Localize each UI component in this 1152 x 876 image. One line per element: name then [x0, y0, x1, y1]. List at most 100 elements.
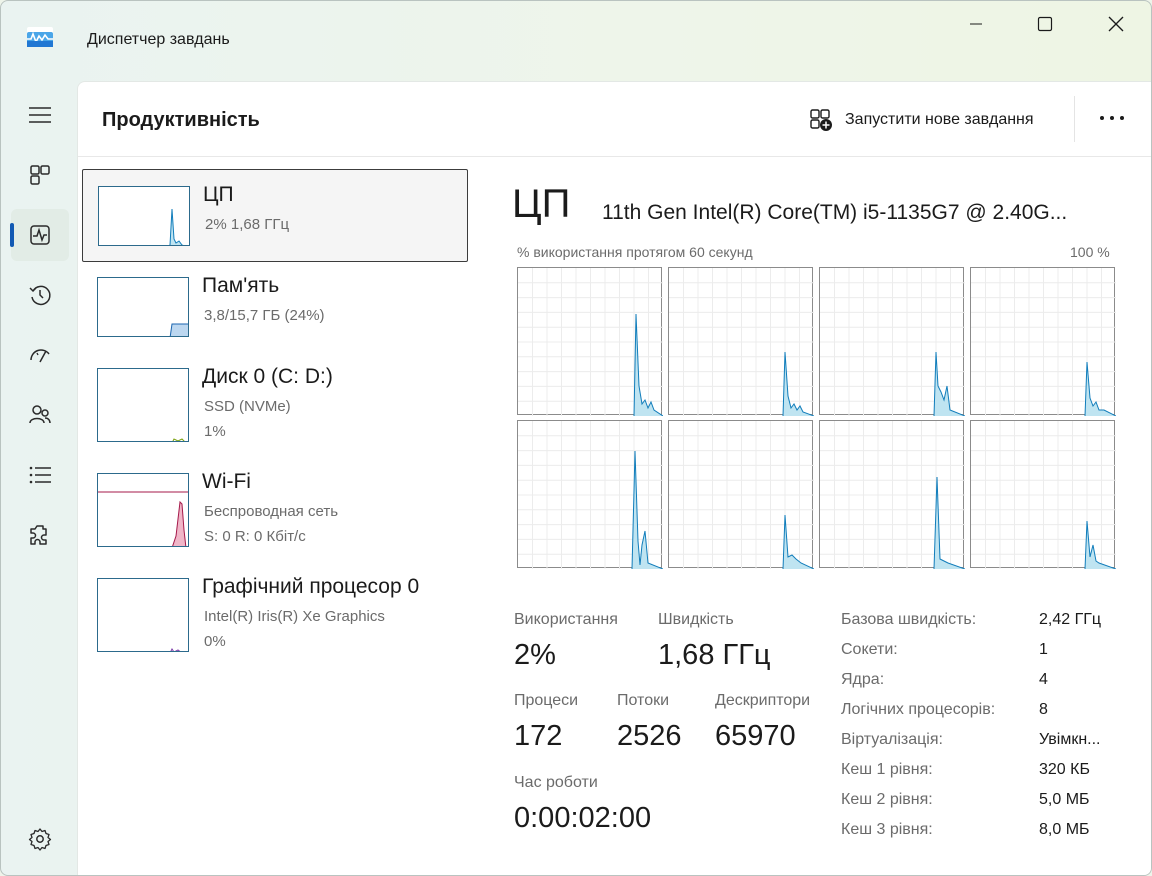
- threads-label: Потоки: [617, 692, 670, 709]
- cpu-usage-area: [1085, 521, 1116, 569]
- uptime-label: Час роботи: [514, 774, 598, 791]
- nav-performance[interactable]: [11, 209, 69, 261]
- logical-processor-graph: [819, 420, 966, 570]
- resource-name: Графічний процесор 0: [202, 575, 420, 598]
- nav-settings[interactable]: [11, 813, 69, 865]
- new-task-icon: [810, 109, 832, 131]
- more-options-button[interactable]: [1090, 102, 1134, 134]
- details-icon: [29, 466, 51, 484]
- resource-gpu[interactable]: Графічний процесор 0 Intel(R) Iris(R) Xe…: [82, 562, 468, 655]
- more-icon: [1100, 116, 1124, 120]
- resource-memory[interactable]: Пам'ять 3,8/15,7 ГБ (24%): [82, 261, 468, 354]
- resource-detail: 2% 1,68 ГГц: [205, 216, 290, 233]
- maximize-icon: [1037, 16, 1053, 32]
- logical-processor-graph: [517, 420, 664, 570]
- spec-value: 8,0 МБ: [1039, 821, 1090, 838]
- spec-value: 1: [1039, 641, 1048, 658]
- nav-services[interactable]: [11, 509, 69, 561]
- header-divider: [78, 156, 1151, 157]
- logical-processor-graph: [970, 267, 1117, 417]
- maximize-button[interactable]: [1010, 1, 1080, 47]
- run-new-task-label: Запустити нове завдання: [845, 111, 1034, 128]
- logical-processor-graph: [517, 267, 664, 417]
- resource-detail: 3,8/15,7 ГБ (24%): [204, 307, 325, 324]
- app-history-icon: [29, 285, 51, 306]
- speed-label: Швидкість: [658, 611, 734, 628]
- users-icon: [29, 405, 51, 424]
- performance-page: Продуктивність Запустити нове завдання Ц…: [77, 81, 1151, 875]
- services-icon: [30, 525, 47, 545]
- spec-label: Кеш 2 рівня:: [841, 791, 933, 808]
- task-manager-logo-icon: [27, 27, 53, 47]
- settings-icon: [28, 828, 52, 851]
- nav-app-history[interactable]: [11, 269, 69, 321]
- hamburger-menu-button[interactable]: [11, 89, 69, 141]
- graph-caption: % використання протягом 60 секунд: [517, 244, 753, 260]
- spec-value: 4: [1039, 671, 1048, 688]
- wifi-thumbnail-graph: [97, 473, 189, 547]
- spec-label: Ядра:: [841, 671, 885, 688]
- nav-selection-indicator: [10, 223, 14, 247]
- resource-name: Wi-Fi: [202, 470, 251, 493]
- resource-throughput: S: 0 R: 0 Кбіт/с: [204, 528, 306, 545]
- close-button[interactable]: [1081, 1, 1151, 47]
- resource-name: Пам'ять: [202, 274, 280, 297]
- spec-label: Віртуалізація:: [841, 731, 943, 748]
- logical-processor-graph: [668, 267, 815, 417]
- hamburger-icon: [29, 107, 51, 123]
- page-title: Продуктивність: [102, 109, 260, 131]
- uptime-value: 0:00:02:00: [514, 802, 652, 834]
- usage-label: Використання: [514, 611, 618, 628]
- logical-processor-graph: [819, 267, 966, 417]
- resource-usage: 1%: [204, 423, 226, 440]
- resource-detail: Intel(R) Iris(R) Xe Graphics: [204, 608, 385, 625]
- nav-details[interactable]: [11, 449, 69, 501]
- window-title: Диспетчер завдань: [87, 31, 230, 48]
- cpu-thumbnail-graph: [98, 186, 190, 246]
- resource-disk[interactable]: Диск 0 (C: D:) SSD (NVMe) 1%: [82, 352, 468, 445]
- run-new-task-button[interactable]: Запустити нове завдання: [809, 104, 1034, 136]
- task-manager-window: Диспетчер завдань Продуктивність Запусти…: [0, 0, 1152, 876]
- speed-value: 1,68 ГГц: [658, 639, 771, 671]
- spec-value: 2,42 ГГц: [1039, 611, 1102, 628]
- handles-value: 65970: [715, 720, 796, 752]
- graph-max-label: 100 %: [1070, 244, 1110, 260]
- resource-detail: Беспроводная сеть: [204, 503, 339, 520]
- header-separator: [1074, 96, 1075, 142]
- spec-label: Кеш 3 рівня:: [841, 821, 933, 838]
- navigation-pane: [1, 81, 77, 875]
- resource-cpu[interactable]: ЦП 2% 1,68 ГГц: [82, 169, 468, 262]
- detail-title: ЦП: [512, 182, 571, 226]
- spec-value: 5,0 МБ: [1039, 791, 1090, 808]
- performance-icon: [30, 225, 50, 245]
- processes-label: Процеси: [514, 692, 579, 709]
- nav-users[interactable]: [11, 389, 69, 441]
- resource-name: Диск 0 (C: D:): [202, 365, 333, 388]
- minimize-icon: [970, 23, 982, 25]
- processes-icon: [30, 165, 50, 185]
- logical-processor-graph: [668, 420, 815, 570]
- gpu-thumbnail-graph: [97, 578, 189, 652]
- resource-wifi[interactable]: Wi-Fi Беспроводная сеть S: 0 R: 0 Кбіт/с: [82, 457, 468, 550]
- nav-processes[interactable]: [11, 149, 69, 201]
- spec-label: Сокети:: [841, 641, 898, 658]
- spec-label: Логічних процесорів:: [841, 701, 996, 718]
- spec-label: Кеш 1 рівня:: [841, 761, 933, 778]
- spec-value: 8: [1039, 701, 1048, 718]
- cpu-model: 11th Gen Intel(R) Core(TM) i5-1135G7 @ 2…: [602, 201, 1068, 224]
- spec-label: Базова швидкість:: [841, 611, 977, 628]
- startup-icon: [30, 349, 50, 363]
- logical-processor-graphs: [517, 267, 1117, 570]
- resource-name: ЦП: [203, 183, 234, 206]
- close-icon: [1108, 16, 1124, 32]
- minimize-button[interactable]: [941, 1, 1011, 47]
- handles-label: Дескриптори: [715, 692, 811, 709]
- spec-value: 320 КБ: [1039, 761, 1090, 778]
- logical-processor-graph: [970, 420, 1117, 570]
- resource-usage: 0%: [204, 633, 226, 650]
- threads-value: 2526: [617, 720, 682, 752]
- resource-detail: SSD (NVMe): [204, 398, 291, 415]
- nav-startup[interactable]: [11, 329, 69, 381]
- disk-thumbnail-graph: [97, 368, 189, 442]
- processes-value: 172: [514, 720, 563, 752]
